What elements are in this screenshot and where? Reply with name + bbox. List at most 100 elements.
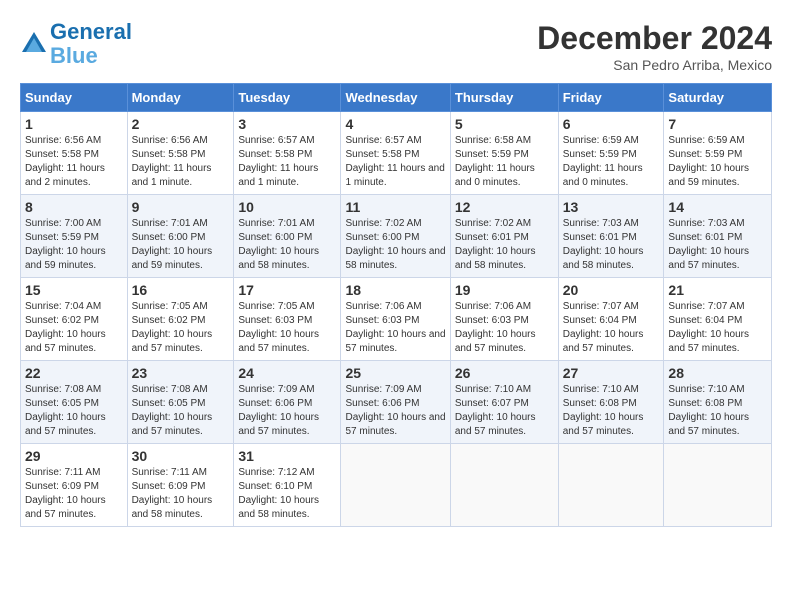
- calendar-day-header: Thursday: [450, 84, 558, 112]
- calendar-week-row: 29 Sunrise: 7:11 AM Sunset: 6:09 PM Dayl…: [21, 444, 772, 527]
- day-info: Sunrise: 7:06 AM Sunset: 6:03 PM Dayligh…: [455, 300, 554, 356]
- calendar-week-row: 22 Sunrise: 7:08 AM Sunset: 6:05 PM Dayl…: [21, 361, 772, 444]
- day-number: 28: [668, 365, 767, 381]
- day-info: Sunrise: 7:09 AM Sunset: 6:06 PM Dayligh…: [238, 383, 336, 439]
- month-title: December 2024: [537, 20, 772, 57]
- day-number: 23: [132, 365, 230, 381]
- day-number: 17: [238, 282, 336, 298]
- day-number: 25: [345, 365, 445, 381]
- calendar-cell: [341, 444, 450, 527]
- calendar-cell: 4 Sunrise: 6:57 AM Sunset: 5:58 PM Dayli…: [341, 112, 450, 195]
- day-number: 11: [345, 199, 445, 215]
- calendar-cell: 30 Sunrise: 7:11 AM Sunset: 6:09 PM Dayl…: [127, 444, 234, 527]
- calendar-week-row: 8 Sunrise: 7:00 AM Sunset: 5:59 PM Dayli…: [21, 195, 772, 278]
- day-info: Sunrise: 7:01 AM Sunset: 6:00 PM Dayligh…: [238, 217, 336, 273]
- calendar-week-row: 15 Sunrise: 7:04 AM Sunset: 6:02 PM Dayl…: [21, 278, 772, 361]
- calendar-cell: 1 Sunrise: 6:56 AM Sunset: 5:58 PM Dayli…: [21, 112, 128, 195]
- calendar-cell: 14 Sunrise: 7:03 AM Sunset: 6:01 PM Dayl…: [664, 195, 772, 278]
- calendar-cell: 17 Sunrise: 7:05 AM Sunset: 6:03 PM Dayl…: [234, 278, 341, 361]
- calendar-cell: 29 Sunrise: 7:11 AM Sunset: 6:09 PM Dayl…: [21, 444, 128, 527]
- day-info: Sunrise: 7:10 AM Sunset: 6:08 PM Dayligh…: [563, 383, 660, 439]
- day-number: 16: [132, 282, 230, 298]
- calendar-cell: 19 Sunrise: 7:06 AM Sunset: 6:03 PM Dayl…: [450, 278, 558, 361]
- day-info: Sunrise: 6:59 AM Sunset: 5:59 PM Dayligh…: [668, 134, 767, 190]
- logo-text: General Blue: [50, 20, 132, 68]
- day-number: 30: [132, 448, 230, 464]
- day-info: Sunrise: 7:07 AM Sunset: 6:04 PM Dayligh…: [563, 300, 660, 356]
- day-info: Sunrise: 7:10 AM Sunset: 6:08 PM Dayligh…: [668, 383, 767, 439]
- day-number: 21: [668, 282, 767, 298]
- calendar-day-header: Sunday: [21, 84, 128, 112]
- day-number: 9: [132, 199, 230, 215]
- calendar-week-row: 1 Sunrise: 6:56 AM Sunset: 5:58 PM Dayli…: [21, 112, 772, 195]
- calendar-cell: 2 Sunrise: 6:56 AM Sunset: 5:58 PM Dayli…: [127, 112, 234, 195]
- day-number: 20: [563, 282, 660, 298]
- calendar-cell: 11 Sunrise: 7:02 AM Sunset: 6:00 PM Dayl…: [341, 195, 450, 278]
- day-number: 15: [25, 282, 123, 298]
- calendar-day-header: Tuesday: [234, 84, 341, 112]
- day-number: 7: [668, 116, 767, 132]
- day-number: 3: [238, 116, 336, 132]
- calendar-cell: 8 Sunrise: 7:00 AM Sunset: 5:59 PM Dayli…: [21, 195, 128, 278]
- calendar-day-header: Monday: [127, 84, 234, 112]
- day-info: Sunrise: 6:59 AM Sunset: 5:59 PM Dayligh…: [563, 134, 660, 190]
- day-info: Sunrise: 7:02 AM Sunset: 6:01 PM Dayligh…: [455, 217, 554, 273]
- calendar-day-header: Saturday: [664, 84, 772, 112]
- calendar-cell: 23 Sunrise: 7:08 AM Sunset: 6:05 PM Dayl…: [127, 361, 234, 444]
- calendar-day-header: Wednesday: [341, 84, 450, 112]
- day-info: Sunrise: 7:09 AM Sunset: 6:06 PM Dayligh…: [345, 383, 445, 439]
- day-info: Sunrise: 7:11 AM Sunset: 6:09 PM Dayligh…: [25, 466, 123, 522]
- day-number: 6: [563, 116, 660, 132]
- calendar-cell: 18 Sunrise: 7:06 AM Sunset: 6:03 PM Dayl…: [341, 278, 450, 361]
- day-number: 4: [345, 116, 445, 132]
- calendar-cell: 10 Sunrise: 7:01 AM Sunset: 6:00 PM Dayl…: [234, 195, 341, 278]
- day-number: 22: [25, 365, 123, 381]
- day-number: 18: [345, 282, 445, 298]
- logo-icon: [20, 30, 48, 58]
- day-number: 14: [668, 199, 767, 215]
- calendar-cell: 9 Sunrise: 7:01 AM Sunset: 6:00 PM Dayli…: [127, 195, 234, 278]
- page-header: General Blue December 2024 San Pedro Arr…: [20, 20, 772, 73]
- calendar-cell: 24 Sunrise: 7:09 AM Sunset: 6:06 PM Dayl…: [234, 361, 341, 444]
- day-number: 5: [455, 116, 554, 132]
- calendar-table: SundayMondayTuesdayWednesdayThursdayFrid…: [20, 83, 772, 527]
- day-info: Sunrise: 7:02 AM Sunset: 6:00 PM Dayligh…: [345, 217, 445, 273]
- calendar-cell: 6 Sunrise: 6:59 AM Sunset: 5:59 PM Dayli…: [558, 112, 664, 195]
- calendar-cell: 3 Sunrise: 6:57 AM Sunset: 5:58 PM Dayli…: [234, 112, 341, 195]
- day-number: 26: [455, 365, 554, 381]
- calendar-cell: 7 Sunrise: 6:59 AM Sunset: 5:59 PM Dayli…: [664, 112, 772, 195]
- day-info: Sunrise: 7:11 AM Sunset: 6:09 PM Dayligh…: [132, 466, 230, 522]
- day-info: Sunrise: 7:03 AM Sunset: 6:01 PM Dayligh…: [563, 217, 660, 273]
- calendar-header-row: SundayMondayTuesdayWednesdayThursdayFrid…: [21, 84, 772, 112]
- calendar-cell: 15 Sunrise: 7:04 AM Sunset: 6:02 PM Dayl…: [21, 278, 128, 361]
- calendar-cell: 13 Sunrise: 7:03 AM Sunset: 6:01 PM Dayl…: [558, 195, 664, 278]
- day-number: 13: [563, 199, 660, 215]
- calendar-cell: 26 Sunrise: 7:10 AM Sunset: 6:07 PM Dayl…: [450, 361, 558, 444]
- title-block: December 2024 San Pedro Arriba, Mexico: [537, 20, 772, 73]
- calendar-cell: 12 Sunrise: 7:02 AM Sunset: 6:01 PM Dayl…: [450, 195, 558, 278]
- day-number: 8: [25, 199, 123, 215]
- day-number: 31: [238, 448, 336, 464]
- calendar-cell: [450, 444, 558, 527]
- day-info: Sunrise: 7:08 AM Sunset: 6:05 PM Dayligh…: [132, 383, 230, 439]
- day-number: 1: [25, 116, 123, 132]
- day-info: Sunrise: 7:08 AM Sunset: 6:05 PM Dayligh…: [25, 383, 123, 439]
- day-info: Sunrise: 7:01 AM Sunset: 6:00 PM Dayligh…: [132, 217, 230, 273]
- calendar-cell: 31 Sunrise: 7:12 AM Sunset: 6:10 PM Dayl…: [234, 444, 341, 527]
- calendar-cell: [664, 444, 772, 527]
- day-info: Sunrise: 6:57 AM Sunset: 5:58 PM Dayligh…: [345, 134, 445, 190]
- day-info: Sunrise: 7:00 AM Sunset: 5:59 PM Dayligh…: [25, 217, 123, 273]
- day-number: 2: [132, 116, 230, 132]
- day-info: Sunrise: 7:04 AM Sunset: 6:02 PM Dayligh…: [25, 300, 123, 356]
- day-number: 12: [455, 199, 554, 215]
- calendar-cell: 25 Sunrise: 7:09 AM Sunset: 6:06 PM Dayl…: [341, 361, 450, 444]
- day-info: Sunrise: 7:12 AM Sunset: 6:10 PM Dayligh…: [238, 466, 336, 522]
- day-number: 27: [563, 365, 660, 381]
- day-info: Sunrise: 7:06 AM Sunset: 6:03 PM Dayligh…: [345, 300, 445, 356]
- logo: General Blue: [20, 20, 132, 68]
- day-number: 19: [455, 282, 554, 298]
- calendar-cell: 28 Sunrise: 7:10 AM Sunset: 6:08 PM Dayl…: [664, 361, 772, 444]
- day-info: Sunrise: 7:03 AM Sunset: 6:01 PM Dayligh…: [668, 217, 767, 273]
- calendar-cell: [558, 444, 664, 527]
- calendar-cell: 21 Sunrise: 7:07 AM Sunset: 6:04 PM Dayl…: [664, 278, 772, 361]
